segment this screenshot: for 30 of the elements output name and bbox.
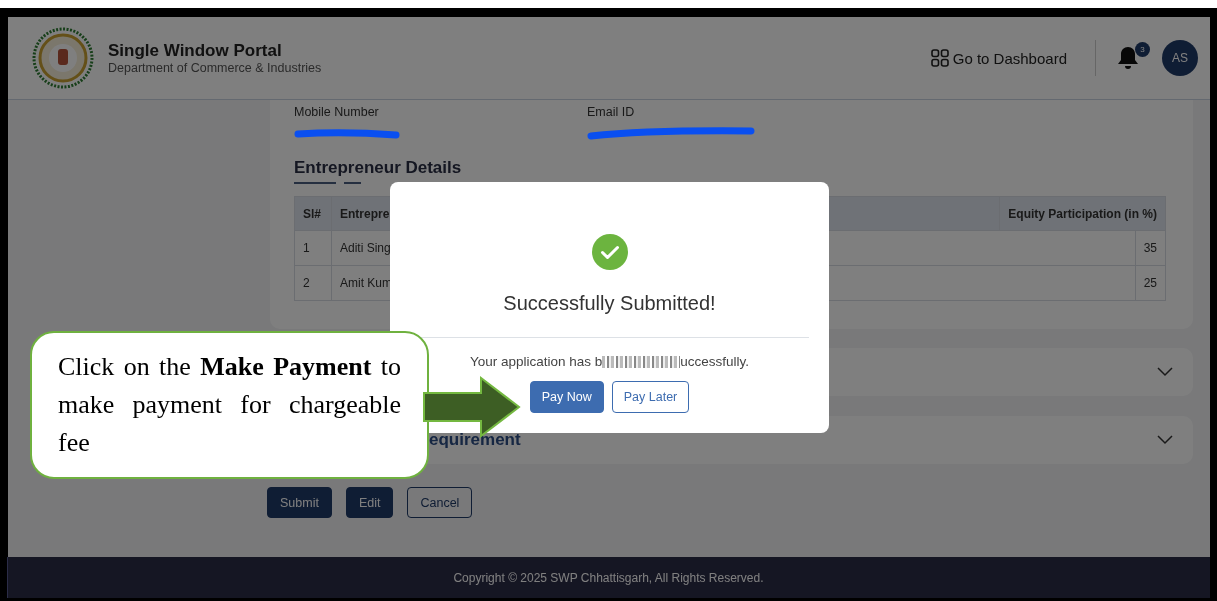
form-button[interactable]: Submit: [267, 487, 332, 518]
column-header: Equity Participation (in %): [999, 197, 1165, 230]
field-label: Mobile Number: [294, 105, 379, 119]
form-button[interactable]: Cancel: [407, 487, 473, 518]
form-button[interactable]: Edit: [345, 487, 394, 518]
portal-subtitle: Department of Commerce & Industries: [108, 61, 322, 75]
portal-title: Single Window Portal: [108, 41, 283, 61]
table-cell: 25: [1134, 266, 1165, 300]
notification-badge: 3: [1135, 42, 1150, 57]
grid-icon: [930, 49, 949, 67]
dashboard-link[interactable]: Go to Dashboard: [924, 48, 1073, 68]
chevron-icon: [1157, 435, 1173, 445]
emblem-logo: [32, 27, 94, 89]
table-cell-text: 2: [302, 275, 311, 292]
instruction-callout: Click on the Make Payment to make payment for chargeable fee: [30, 331, 429, 479]
table-cell-text: 1: [302, 240, 311, 257]
dialog-message: uccessfully.: [680, 354, 750, 369]
dialog-button[interactable]: Pay Now: [529, 381, 604, 413]
column-header: Sl#: [302, 205, 322, 223]
copyright-text: Copyright © 2025 SWP Chhattisgarh, All Rights Reserved.: [453, 570, 764, 585]
user-avatar[interactable]: AS: [1162, 40, 1198, 76]
accordion-title: equirement: [429, 430, 521, 450]
chevron-icon: [1157, 367, 1173, 377]
check-circle-icon: [591, 234, 628, 270]
field-label: Email ID: [587, 105, 635, 119]
section-title: Entrepreneur Details: [294, 158, 463, 178]
dialog-button[interactable]: Pay Later: [611, 381, 690, 413]
dialog-message: Your application has b: [469, 354, 603, 369]
table-cell: 35: [1134, 231, 1165, 265]
bell-icon[interactable]: [1116, 45, 1140, 71]
